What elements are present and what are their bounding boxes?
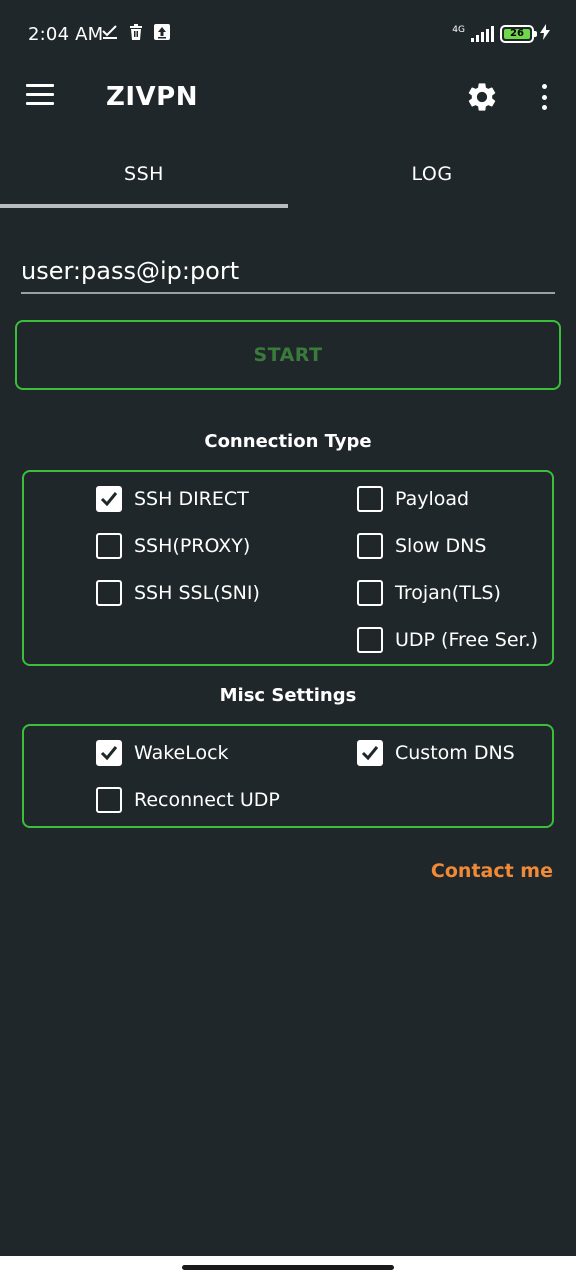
download-done-icon — [102, 24, 118, 40]
option-label: UDP (Free Ser.) — [395, 629, 539, 651]
option-ssh-direct[interactable]: SSH DIRECT — [96, 484, 249, 514]
checkbox-checked-icon[interactable] — [96, 740, 122, 766]
upload-icon — [154, 24, 170, 40]
option-label: Custom DNS — [395, 742, 515, 764]
battery-icon: 26 — [500, 25, 537, 43]
status-bar: 2:04 AM 4G 26 — [0, 0, 576, 70]
checkbox-icon[interactable] — [96, 580, 122, 606]
status-notification-icons — [102, 24, 170, 40]
more-vert-icon[interactable] — [534, 82, 554, 112]
status-time: 2:04 AM — [28, 24, 104, 45]
connection-type-title: Connection Type — [204, 431, 372, 452]
option-label: SSH(PROXY) — [134, 535, 251, 557]
option-trojan-tls[interactable]: Trojan(TLS) — [357, 578, 501, 608]
option-label: SSH DIRECT — [134, 488, 249, 510]
app-toolbar: ZIVPN — [0, 70, 576, 126]
checkbox-icon[interactable] — [357, 533, 383, 559]
network-type: 4G — [452, 24, 465, 35]
tab-log[interactable]: LOG — [288, 140, 576, 208]
option-reconnect-udp[interactable]: Reconnect UDP — [96, 785, 280, 815]
option-label: SSH SSL(SNI) — [134, 582, 260, 604]
option-label: Trojan(TLS) — [395, 582, 501, 604]
tab-bar: SSH LOG — [0, 140, 576, 208]
signal-icon — [471, 26, 494, 42]
checkbox-icon[interactable] — [357, 580, 383, 606]
battery-level: 26 — [510, 28, 524, 39]
contact-me-link[interactable]: Contact me — [431, 860, 553, 882]
checkbox-icon[interactable] — [357, 486, 383, 512]
option-ssh-proxy[interactable]: SSH(PROXY) — [96, 531, 250, 561]
option-wakelock[interactable]: WakeLock — [96, 738, 229, 768]
option-label: Reconnect UDP — [134, 789, 280, 811]
checkbox-checked-icon[interactable] — [96, 486, 122, 512]
tab-indicator — [0, 204, 288, 208]
option-custom-dns[interactable]: Custom DNS — [357, 738, 515, 768]
misc-settings-title: Misc Settings — [219, 685, 357, 706]
connection-type-box: SSH DIRECT SSH(PROXY) SSH SSL(SNI) Paylo… — [22, 470, 554, 666]
home-gesture-handle[interactable] — [182, 1265, 394, 1270]
hamburger-menu-icon[interactable] — [26, 84, 56, 108]
checkbox-icon[interactable] — [96, 533, 122, 559]
option-label: Slow DNS — [395, 535, 487, 557]
start-button[interactable]: START — [15, 320, 561, 390]
server-config-input[interactable] — [21, 250, 555, 294]
status-system-icons: 4G 26 — [452, 24, 550, 44]
app-title: ZIVPN — [106, 82, 198, 112]
option-ssh-ssl-sni[interactable]: SSH SSL(SNI) — [96, 578, 260, 608]
charging-icon — [540, 24, 550, 44]
misc-settings-box: WakeLock Reconnect UDP Custom DNS — [22, 724, 554, 828]
option-label: WakeLock — [134, 742, 229, 764]
battery-fill: 26 — [504, 29, 530, 39]
checkbox-icon[interactable] — [357, 627, 383, 653]
option-label: Payload — [395, 488, 470, 510]
option-slow-dns[interactable]: Slow DNS — [357, 531, 486, 561]
checkbox-checked-icon[interactable] — [357, 740, 383, 766]
checkbox-icon[interactable] — [96, 787, 122, 813]
option-udp-free[interactable]: UDP (Free Ser.) — [357, 625, 538, 655]
system-nav-bar — [0, 1256, 576, 1280]
trash-icon — [128, 24, 144, 40]
option-payload[interactable]: Payload — [357, 484, 469, 514]
gear-icon[interactable] — [465, 80, 499, 114]
tab-ssh[interactable]: SSH — [0, 140, 288, 208]
